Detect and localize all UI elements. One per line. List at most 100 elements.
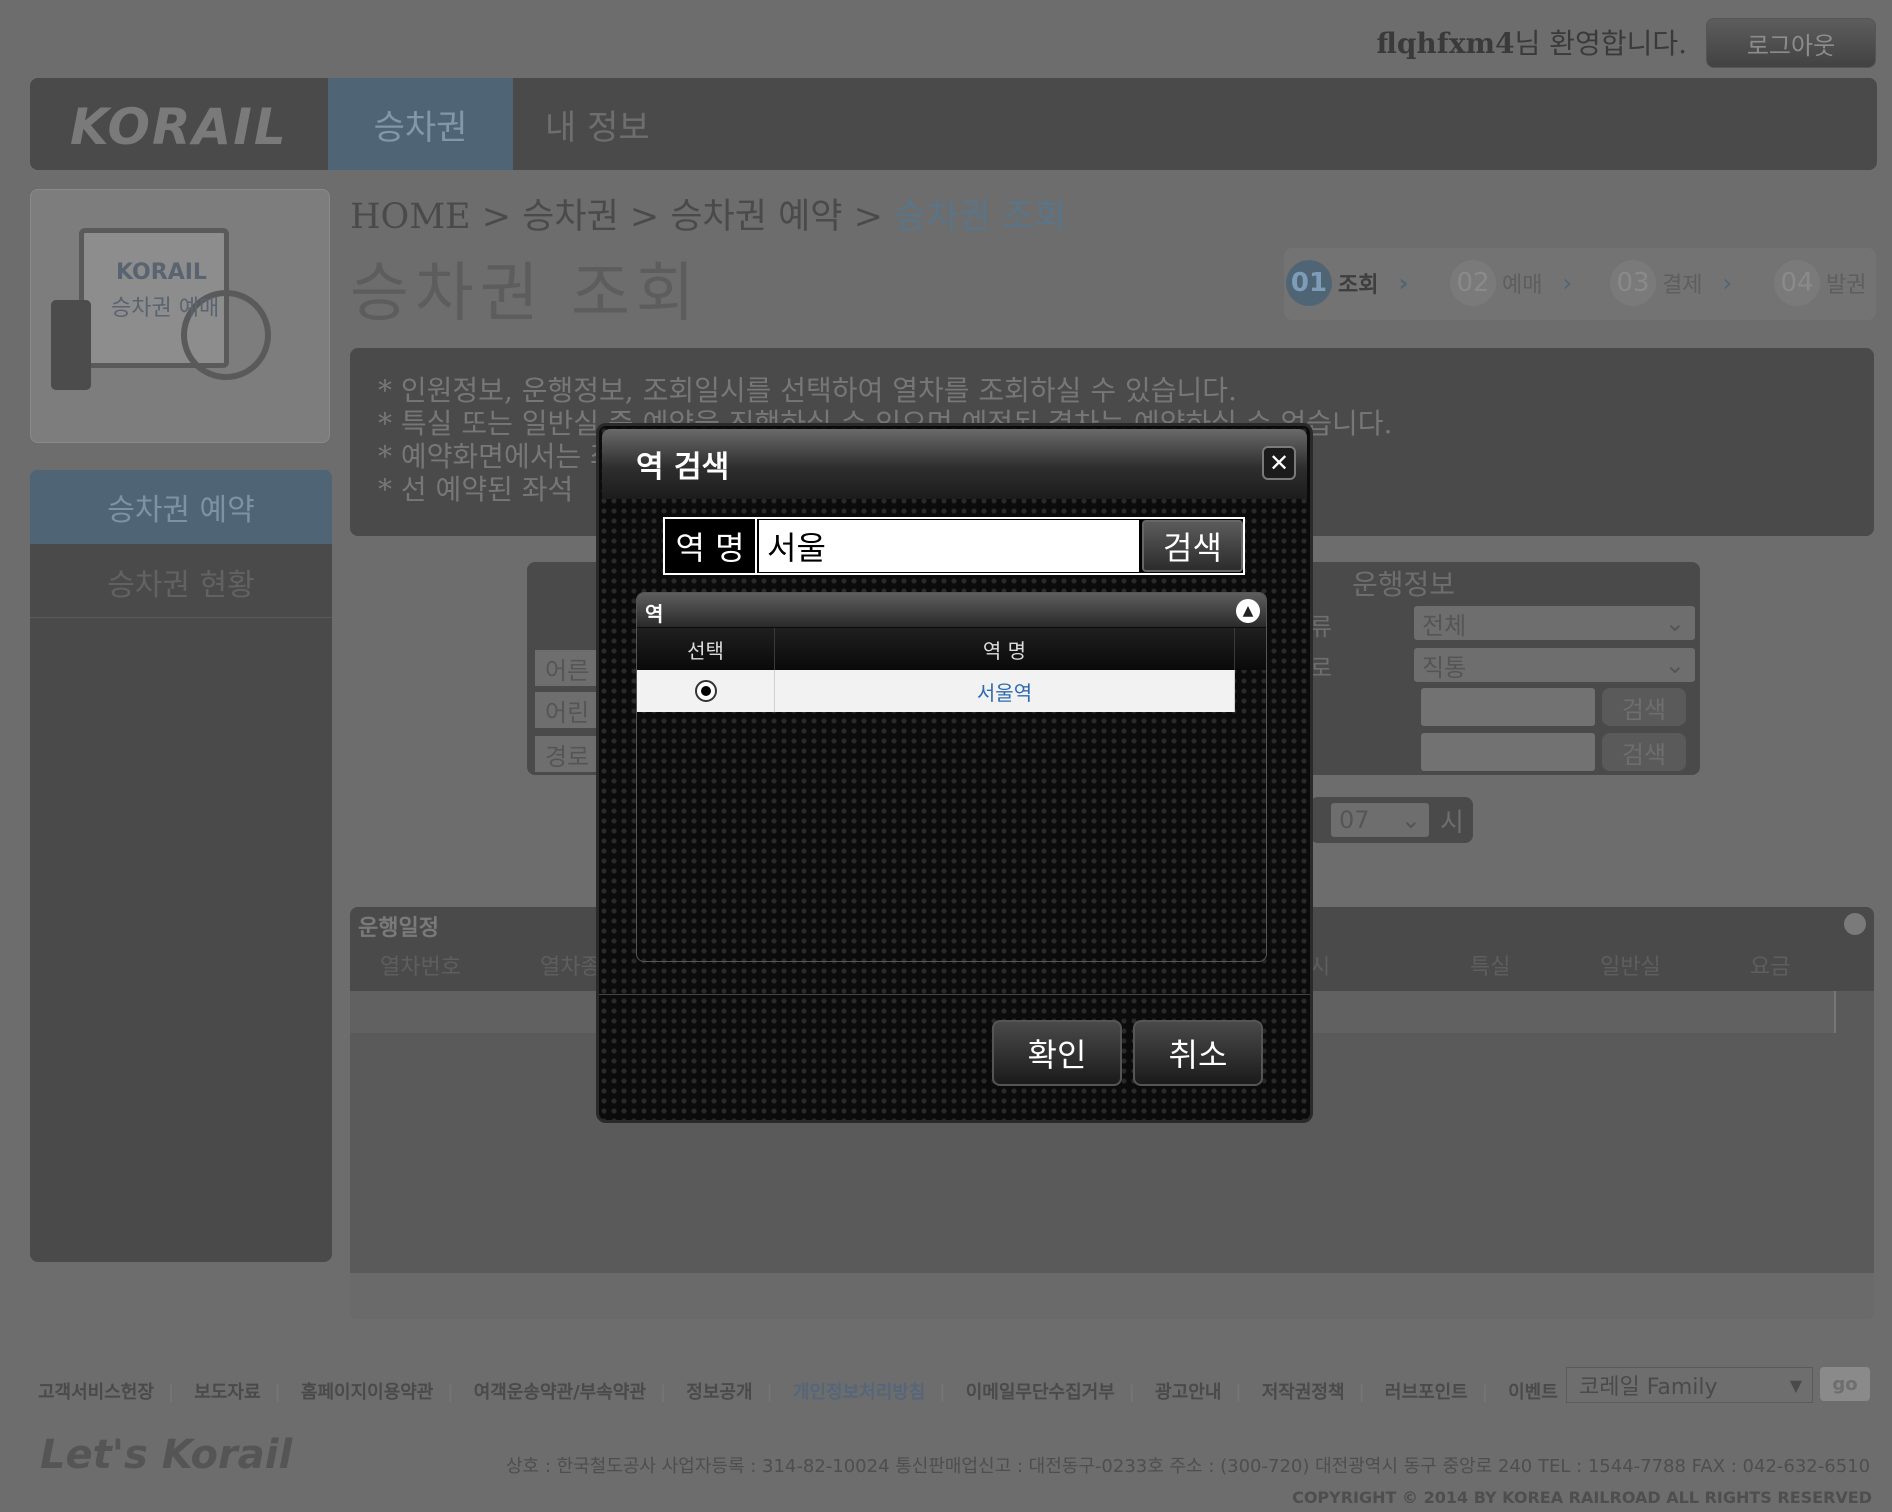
footer-link[interactable]: 이메일무단수집거부 [966, 1382, 1115, 1403]
step-search: 01 조회 › [1286, 260, 1408, 306]
step-number: 03 [1610, 260, 1656, 306]
column-train-number: 열차번호 [380, 955, 461, 980]
sidebar-item-ticket-reservation[interactable]: 승차권 예약 [30, 470, 332, 544]
table-row[interactable]: 서울역 [637, 670, 1235, 712]
station-results-grid: 역 ▲ 선택 역 명 서울역 [636, 592, 1267, 962]
nav-tab-tickets[interactable]: 승차권 [328, 78, 513, 170]
korail-logo[interactable]: KORAIL [70, 98, 288, 156]
chevron-right-icon: › [1722, 269, 1733, 297]
step-issue: 04 발권 [1774, 260, 1866, 306]
breadcrumb: HOME > 승차권 > 승차권 예약 > 승차권 조회 [350, 188, 1066, 239]
train-type-value: 전체 [1422, 611, 1467, 640]
phone-illustration [51, 300, 91, 390]
chevron-down-icon: ⌄ [1664, 651, 1685, 679]
grid-header-row: 선택 역 명 [637, 628, 1266, 670]
step-label: 발권 [1826, 273, 1867, 298]
arrival-station-input[interactable] [1421, 733, 1595, 771]
column-first-class: 특실 [1470, 955, 1511, 980]
station-search-dialog: 역 검색 ✕ 역 명 검색 역 ▲ 선택 역 명 서울역 확인 취소 [596, 423, 1313, 1123]
chevron-right-icon: › [1398, 269, 1409, 297]
station-search-bar: 역 명 검색 [663, 517, 1245, 575]
station-radio[interactable] [694, 680, 717, 702]
step-payment: 03 결제 › [1610, 260, 1732, 306]
route-select[interactable]: 직통 ⌄ [1413, 647, 1696, 683]
station-search-button[interactable]: 검색 [1142, 520, 1243, 572]
breadcrumb-path: HOME > 승차권 > 승차권 예약 > [350, 197, 895, 237]
chevron-right-icon: › [1562, 269, 1573, 297]
copyright: COPYRIGHT © 2014 BY KOREA RAILROAD ALL R… [1292, 1488, 1872, 1507]
footer-links: 고객서비스헌장 | 보도자료 | 홈페이지이용약관 | 여객운송약관/부속약관 | 정보… [38, 1382, 1558, 1403]
passenger-child[interactable]: 어린 [535, 692, 605, 728]
cancel-button[interactable]: 취소 [1133, 1020, 1263, 1086]
sidebar: 승차권 예약 승차권 현황 [30, 470, 332, 1262]
logout-button[interactable]: 로그아웃 [1706, 18, 1876, 68]
train-type-label: 류 [1310, 613, 1333, 641]
passenger-senior[interactable]: 경로 [535, 736, 605, 772]
step-label: 예매 [1502, 273, 1543, 298]
departure-search-button[interactable]: 검색 [1602, 688, 1686, 726]
column-station-name: 역 명 [775, 628, 1235, 670]
collapse-icon[interactable]: ▲ [1236, 599, 1260, 623]
footer-link[interactable]: 저작권정책 [1262, 1382, 1345, 1403]
corporate-info: 상호 : 한국철도공사 사업자등록 : 314-82-10024 통신판매업신고… [506, 1456, 1871, 1477]
station-name-input[interactable] [759, 520, 1139, 572]
welcome-message: flqhfxm4님 환영합니다. [1376, 22, 1687, 62]
column-select: 선택 [637, 628, 775, 670]
welcome-suffix: 님 환영합니다. [1514, 27, 1687, 60]
step-number: 01 [1286, 260, 1332, 306]
family-site-value: 코레일 Family [1579, 1375, 1718, 1400]
station-name-link[interactable]: 서울역 [977, 677, 1032, 706]
family-site-select[interactable]: 코레일 Family ▼ [1566, 1367, 1813, 1403]
radio-dot [700, 686, 711, 696]
row-station-cell: 서울역 [775, 670, 1235, 712]
confirm-button[interactable]: 확인 [992, 1020, 1122, 1086]
passenger-adult[interactable]: 어른 [535, 650, 605, 686]
close-icon[interactable]: ✕ [1262, 446, 1296, 480]
step-booking: 02 예매 › [1450, 260, 1572, 306]
step-number: 02 [1450, 260, 1496, 306]
arrival-search-button[interactable]: 검색 [1602, 733, 1686, 771]
step-number: 04 [1774, 260, 1820, 306]
hour-value: 07 [1339, 806, 1370, 834]
footer-link[interactable]: 여객운송약관/부속약관 [474, 1382, 646, 1403]
nav-tab-my-info[interactable]: 내 정보 [545, 78, 650, 170]
page-title: 승차권 조회 [350, 257, 701, 331]
column-economy: 일반실 [1600, 955, 1661, 980]
schedule-footer [350, 1273, 1874, 1319]
ticket-booking-banner: KORAIL 승차권 예매 [30, 189, 330, 443]
route-label: 로 [1310, 654, 1333, 682]
footer-link-privacy[interactable]: 개인정보처리방침 [793, 1382, 925, 1403]
hour-unit: 시 [1440, 808, 1464, 838]
departure-station-input[interactable] [1421, 688, 1595, 726]
dropdown-arrow-icon: ▼ [1789, 1375, 1802, 1395]
footer-link[interactable]: 고객서비스헌장 [38, 1382, 154, 1403]
notice-line: * 인원정보, 운행정보, 조회일시를 선택하여 열차를 조회하실 수 있습니다… [378, 374, 1237, 407]
sidebar-item-ticket-status[interactable]: 승차권 현황 [30, 546, 332, 618]
route-value: 직통 [1422, 653, 1467, 682]
row-select-cell [637, 670, 775, 712]
step-label: 조회 [1338, 273, 1379, 298]
column-time: 시 [1310, 955, 1331, 980]
progress-steps: 01 조회 › 02 예매 › 03 결제 › 04 발권 [1284, 248, 1876, 320]
username: flqhfxm4 [1376, 27, 1515, 60]
banner-caption: 승차권 예매 [111, 296, 220, 321]
footer-link[interactable]: 러브포인트 [1385, 1382, 1468, 1403]
dialog-divider [599, 994, 1310, 995]
chevron-down-icon: ⌄ [1664, 609, 1685, 637]
footer-link[interactable]: 보도자료 [194, 1382, 260, 1403]
breadcrumb-current: 승차권 조회 [894, 197, 1067, 237]
collapse-icon[interactable] [1844, 913, 1866, 935]
station-name-label: 역 명 [665, 519, 757, 573]
lets-korail-logo: Let's Korail [40, 1432, 293, 1478]
footer-link[interactable]: 광고안내 [1155, 1382, 1221, 1403]
train-type-select[interactable]: 전체 ⌄ [1413, 605, 1696, 641]
chevron-down-icon: ⌄ [1400, 806, 1421, 834]
family-go-button[interactable]: go [1820, 1367, 1870, 1401]
footer-link[interactable]: 홈페이지이용약관 [301, 1382, 433, 1403]
hour-select[interactable]: 07 ⌄ [1330, 802, 1430, 838]
step-label: 결제 [1662, 273, 1703, 298]
dialog-title: 역 검색 [602, 429, 1307, 499]
top-navigation: KORAIL 승차권 내 정보 [30, 78, 1877, 170]
footer-link[interactable]: 정보공개 [686, 1382, 752, 1403]
footer-link[interactable]: 이벤트 [1508, 1382, 1558, 1403]
